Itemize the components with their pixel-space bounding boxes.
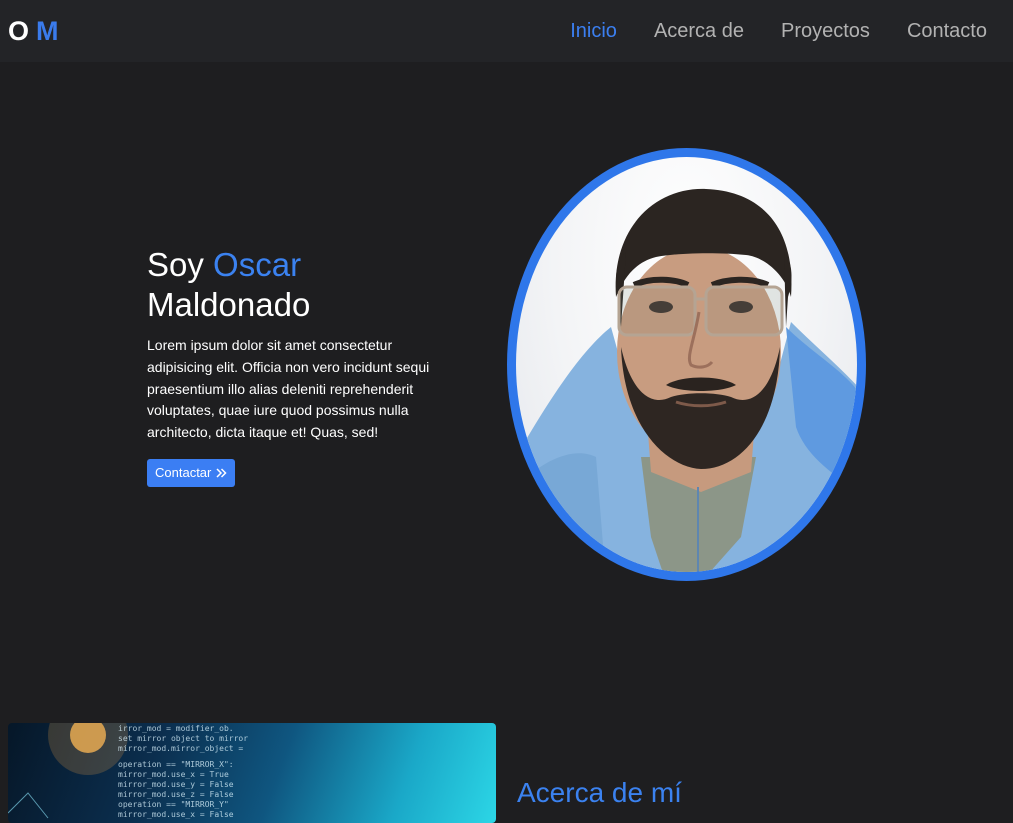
profile-photo xyxy=(507,148,866,581)
brand-letter-o: O xyxy=(8,15,30,46)
hero-title: Soy Oscar Maldonado xyxy=(147,245,457,325)
nav-link-inicio[interactable]: Inicio xyxy=(570,20,617,43)
svg-text:operation == "MIRROR_X":: operation == "MIRROR_X": xyxy=(118,760,234,769)
nav-link-proyectos[interactable]: Proyectos xyxy=(781,20,870,43)
hero-title-name: Oscar xyxy=(213,246,302,283)
portrait-illustration xyxy=(516,188,857,572)
profile-photo-image xyxy=(516,157,857,572)
contact-button[interactable]: Contactar xyxy=(147,458,236,487)
chevron-double-right-icon xyxy=(216,468,227,478)
navbar: O M Inicio Acerca de Proyectos Contacto xyxy=(0,0,1013,62)
svg-text:irror_mod = modifier_ob.: irror_mod = modifier_ob. xyxy=(118,724,234,733)
hero-title-surname: Maldonado xyxy=(147,286,311,323)
svg-text:mirror_mod.use_y = False: mirror_mod.use_y = False xyxy=(118,780,234,789)
nav-link-acerca-de[interactable]: Acerca de xyxy=(654,20,744,43)
svg-text:set mirror object to mirror: set mirror object to mirror xyxy=(118,734,248,743)
about-title: Acerca de mí xyxy=(517,777,682,808)
hero-text-block: Soy Oscar Maldonado Lorem ipsum dolor sit… xyxy=(147,245,457,487)
contact-button-label: Contactar xyxy=(155,465,212,481)
svg-text:mirror_mod.use_x = False: mirror_mod.use_x = False xyxy=(118,810,234,819)
nav-link-contacto[interactable]: Contacto xyxy=(907,20,987,43)
svg-text:mirror_mod.use_z = False: mirror_mod.use_z = False xyxy=(118,790,234,799)
svg-text:mirror_mod.mirror_object =: mirror_mod.mirror_object = xyxy=(118,744,243,753)
hero-description: Lorem ipsum dolor sit amet consectetur a… xyxy=(147,337,430,441)
brand-logo[interactable]: O M xyxy=(8,16,59,47)
brand-letter-m: M xyxy=(36,15,59,46)
about-code-image: irror_mod = modifier_ob. set mirror obje… xyxy=(8,723,496,823)
about-section: irror_mod = modifier_ob. set mirror obje… xyxy=(0,722,1013,823)
svg-text:mirror_mod.use_x = True: mirror_mod.use_x = True xyxy=(118,770,229,779)
code-background-illustration: irror_mod = modifier_ob. set mirror obje… xyxy=(8,723,248,819)
hero-section: Soy Oscar Maldonado Lorem ipsum dolor sit… xyxy=(0,62,1013,702)
nav-menu: Inicio Acerca de Proyectos Contacto xyxy=(570,20,987,43)
svg-text:operation == "MIRROR_Y": operation == "MIRROR_Y" xyxy=(118,800,229,809)
hero-title-prefix: Soy xyxy=(147,246,214,283)
